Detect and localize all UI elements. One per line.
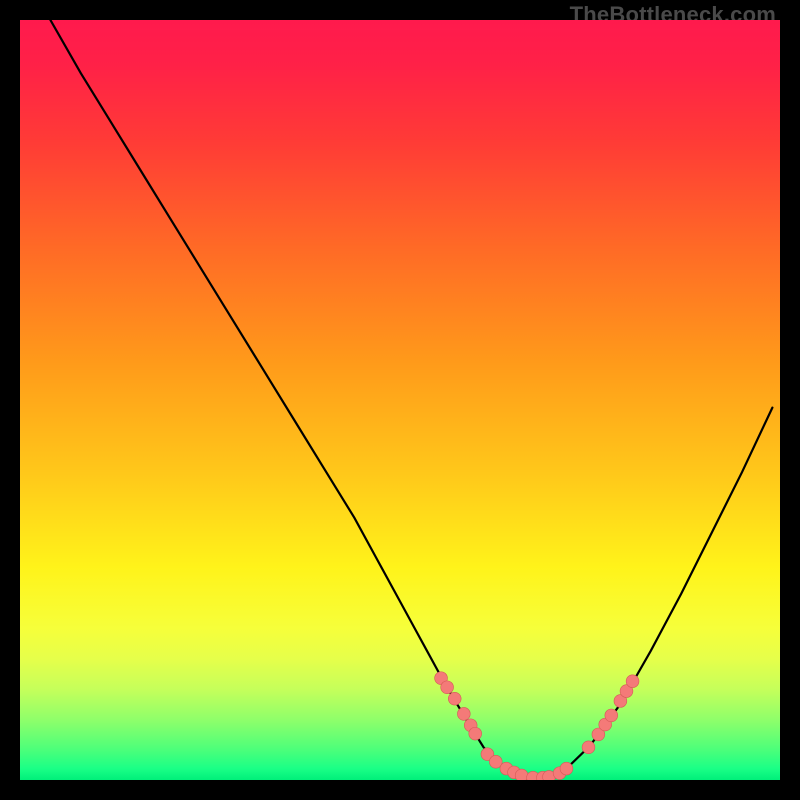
highlight-dot	[626, 675, 639, 688]
highlight-dot	[469, 727, 482, 740]
highlight-dot	[441, 681, 454, 694]
highlight-dot	[457, 707, 470, 720]
highlight-dot	[582, 741, 595, 754]
gradient-background	[20, 20, 780, 780]
highlight-dot	[515, 769, 528, 780]
bottleneck-chart	[20, 20, 780, 780]
highlight-dot	[448, 692, 461, 705]
highlight-dot	[560, 762, 573, 775]
highlight-dot	[605, 709, 618, 722]
chart-frame: TheBottleneck.com	[0, 0, 800, 800]
